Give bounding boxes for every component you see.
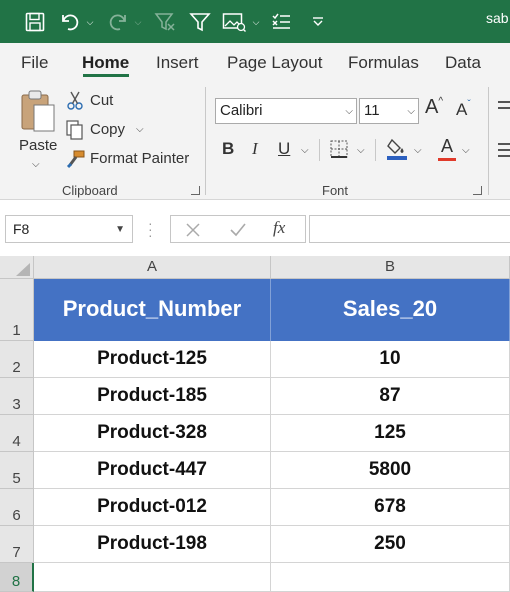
row-header[interactable]: 7 xyxy=(0,526,34,563)
row-header[interactable]: 6 xyxy=(0,489,34,526)
active-tab-indicator xyxy=(83,74,129,77)
underline-button[interactable]: U xyxy=(278,139,290,159)
formula-bar-grip-icon[interactable]: · · · xyxy=(148,216,153,242)
ribbon: Paste ⌵ Cut Copy ⌵ Format Painter Clipbo… xyxy=(0,81,510,200)
group-divider xyxy=(488,87,489,195)
undo-icon[interactable] xyxy=(58,8,82,36)
picture-icon[interactable] xyxy=(221,8,247,36)
filter-icon[interactable] xyxy=(188,8,212,36)
redo-dropdown-icon: ⌵ xyxy=(134,16,142,27)
save-icon[interactable] xyxy=(22,8,48,36)
tab-formulas[interactable]: Formulas xyxy=(348,53,419,73)
cancel-entry-icon[interactable] xyxy=(185,222,201,238)
paste-label: Paste xyxy=(19,137,58,154)
empty-cell[interactable] xyxy=(34,563,271,592)
table-cell[interactable]: 10 xyxy=(271,341,510,378)
borders-button[interactable] xyxy=(329,139,349,164)
font-color-dropdown-icon[interactable]: ⌵ xyxy=(462,145,470,156)
formula-input[interactable] xyxy=(309,215,510,243)
ribbon-tabs: File Home Insert Page Layout Formulas Da… xyxy=(0,43,510,81)
underline-dropdown-icon[interactable]: ⌵ xyxy=(301,145,309,156)
window-title: sab xyxy=(486,10,509,26)
insert-function-button[interactable]: fx xyxy=(273,218,285,238)
row-header[interactable]: 2 xyxy=(0,341,34,378)
font-size-dropdown-icon[interactable]: ⌵ xyxy=(407,106,415,117)
group-divider xyxy=(205,87,206,195)
font-size-value: 11 xyxy=(364,102,380,119)
table-cell[interactable]: 87 xyxy=(271,378,510,415)
paste-button[interactable]: Paste ⌵ xyxy=(14,87,60,170)
name-box[interactable]: F8 ▼ xyxy=(5,215,133,243)
align-left-icon[interactable] xyxy=(498,143,510,157)
title-bar: ⌵ ⌵ ⌵ sab xyxy=(0,0,510,43)
column-header-a[interactable]: A xyxy=(34,256,271,279)
redo-icon xyxy=(106,8,130,36)
font-group-label: Font xyxy=(322,183,349,198)
font-name-value: Calibri xyxy=(220,102,263,119)
font-size-select[interactable]: 11 ⌵ xyxy=(359,98,419,124)
cut-button[interactable]: Cut xyxy=(66,91,126,113)
fill-color-dropdown-icon[interactable]: ⌵ xyxy=(414,145,422,156)
table-cell[interactable]: Product-447 xyxy=(34,452,271,489)
tab-page-layout[interactable]: Page Layout xyxy=(227,53,322,73)
italic-button[interactable]: I xyxy=(252,139,258,159)
copy-label: Copy xyxy=(90,121,126,138)
format-painter-label: Format Painter xyxy=(90,150,190,167)
table-cell[interactable]: Product-328 xyxy=(34,415,271,452)
align-top-icon[interactable] xyxy=(498,101,510,113)
format-painter-button[interactable]: Format Painter xyxy=(66,149,190,171)
clipboard-group-label: Clipboard xyxy=(62,183,118,198)
font-divider xyxy=(319,139,320,161)
tab-home[interactable]: Home xyxy=(82,53,129,73)
customize-icon[interactable] xyxy=(310,8,326,36)
font-color-button[interactable]: A xyxy=(436,136,458,161)
fill-color-button[interactable] xyxy=(386,136,410,167)
row-header[interactable]: 3 xyxy=(0,378,34,415)
column-header-b[interactable]: B xyxy=(271,256,510,279)
tab-insert[interactable]: Insert xyxy=(156,53,199,73)
name-box-dropdown-icon[interactable]: ▼ xyxy=(115,224,125,235)
table-cell[interactable]: 250 xyxy=(271,526,510,563)
picture-dropdown-icon[interactable]: ⌵ xyxy=(250,8,262,36)
undo-dropdown-icon[interactable]: ⌵ xyxy=(84,8,96,36)
copy-button[interactable]: Copy ⌵ xyxy=(66,120,156,142)
table-cell[interactable]: Product-125 xyxy=(34,341,271,378)
clear-filter-icon xyxy=(153,8,177,36)
formula-bar: F8 ▼ · · · fx xyxy=(0,201,510,256)
cut-label: Cut xyxy=(90,92,114,109)
spreadsheet-grid: A B 1 2 3 4 5 6 7 8 Product_Number Sales… xyxy=(0,256,510,592)
table-cell[interactable]: Product-185 xyxy=(34,378,271,415)
table-cell[interactable]: Product-012 xyxy=(34,489,271,526)
decrease-font-size-button[interactable]: Aˇ xyxy=(456,99,471,120)
confirm-entry-icon[interactable] xyxy=(229,222,247,238)
table-cell[interactable]: 125 xyxy=(271,415,510,452)
table-cell[interactable]: 5800 xyxy=(271,452,510,489)
tab-file[interactable]: File xyxy=(21,53,48,73)
empty-cell[interactable] xyxy=(271,563,510,592)
row-header[interactable]: 4 xyxy=(0,415,34,452)
checklist-icon[interactable] xyxy=(270,8,294,36)
increase-font-size-button[interactable]: A^ xyxy=(425,96,443,119)
paste-dropdown-icon[interactable]: ⌵ xyxy=(32,159,40,170)
select-all-button[interactable] xyxy=(0,256,34,279)
copy-dropdown-icon[interactable]: ⌵ xyxy=(136,124,144,135)
borders-dropdown-icon[interactable]: ⌵ xyxy=(357,145,365,156)
font-color-swatch xyxy=(438,158,456,161)
font-name-select[interactable]: Calibri ⌵ xyxy=(215,98,357,124)
name-box-value: F8 xyxy=(13,221,30,237)
font-name-dropdown-icon[interactable]: ⌵ xyxy=(345,106,353,117)
table-cell[interactable]: Product-198 xyxy=(34,526,271,563)
font-divider xyxy=(375,139,376,161)
clipboard-launcher-icon[interactable] xyxy=(191,186,200,195)
font-launcher-icon[interactable] xyxy=(473,186,482,195)
header-cell[interactable]: Sales_20 xyxy=(271,279,510,341)
formula-buttons: fx xyxy=(170,215,306,243)
row-header[interactable]: 1 xyxy=(0,279,34,341)
table-cell[interactable]: 678 xyxy=(271,489,510,526)
tab-data[interactable]: Data xyxy=(445,53,481,73)
header-cell[interactable]: Product_Number xyxy=(34,279,271,341)
row-header-selected[interactable]: 8 xyxy=(0,563,34,592)
row-header[interactable]: 5 xyxy=(0,452,34,489)
bold-button[interactable]: B xyxy=(222,139,234,159)
